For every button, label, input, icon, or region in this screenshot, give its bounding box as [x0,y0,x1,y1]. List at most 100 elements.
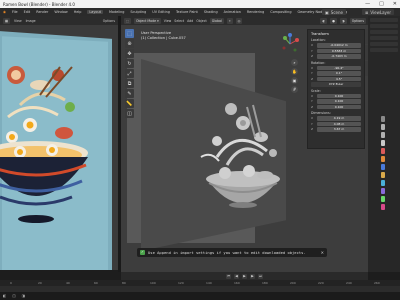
shading-solid-icon[interactable]: ● [330,17,337,24]
rotate-icon[interactable]: ↻ [125,59,134,68]
next-keyframe-icon[interactable]: ▶ [250,273,255,279]
scene-properties-icon[interactable] [381,140,385,146]
pan-hand-icon[interactable]: ✋ [291,68,298,75]
physics-properties-icon[interactable] [381,180,385,186]
sidebar-transform-panel: Transform Location: X -0.04012 m Y 0.5583 … [307,29,365,149]
jump-end-icon[interactable]: ⏭ [258,273,263,279]
frame-tick: 80 [122,281,126,285]
modifier-properties-icon[interactable] [381,164,385,170]
close-icon[interactable]: ✕ [393,1,397,7]
scale-z-field[interactable]: 0.100 [317,104,361,109]
view-layer-selector[interactable]: ≣ ViewLayer [362,9,395,15]
render-properties-icon[interactable] [381,124,385,130]
left-menu-view[interactable]: View [14,19,22,23]
transform-orientation-dropdown[interactable]: Global [209,17,224,24]
timeline[interactable]: 0 20 40 60 80 100 120 140 160 180 200 22… [0,280,400,292]
scale-x-field[interactable]: 0.100 [317,93,361,98]
outliner-row[interactable] [370,36,398,40]
left-menu-image[interactable]: Image [26,19,36,23]
scale-icon[interactable]: ⤢ [125,69,134,78]
3d-viewport[interactable]: User Perspective (1) Collection | Cube.0… [121,25,368,272]
measure-icon[interactable]: 📏 [125,99,134,108]
play-icon[interactable]: ▶ [242,273,247,279]
grid-icon[interactable]: # [291,86,298,93]
overlays-icon[interactable]: ◐ [320,17,328,24]
proportional-edit-icon[interactable]: ◎ [235,17,243,24]
tab-uv-editing[interactable]: UV Editing [152,10,170,14]
select-box-icon[interactable]: ⬚ [125,29,134,38]
material-properties-icon[interactable] [381,204,385,210]
maximize-icon[interactable]: □ [379,1,384,7]
tab-shading[interactable]: Shading [204,10,218,14]
menu-help[interactable]: Help [74,10,82,14]
add-cube-icon[interactable]: ◫ [125,109,134,118]
object-properties-icon[interactable] [381,156,385,162]
menu-edit[interactable]: Edit [24,10,31,14]
rotation-mode-dropdown[interactable]: XYZ Euler [311,82,361,87]
tab-rendering[interactable]: Rendering [247,10,264,14]
constraints-properties-icon[interactable] [381,188,385,194]
shading-material-icon[interactable]: ◑ [339,17,347,24]
tab-texture-paint[interactable]: Texture Paint [176,10,198,14]
left-options[interactable]: Options [103,19,115,23]
menu-file[interactable]: File [12,10,18,14]
tab-modeling[interactable]: Modeling [109,10,124,14]
viewport-menu-add[interactable]: Add [187,19,193,23]
move-icon[interactable]: ✥ [125,49,134,58]
location-y-field[interactable]: 0.5583 m [317,48,361,53]
transform-icon[interactable]: ⧉ [125,79,134,88]
scale-y-field[interactable]: 0.100 [317,99,361,104]
dimensions-label: Dimensions: [311,111,331,115]
editor-type-icon[interactable]: ▦ [3,17,11,24]
viewport-menu-view[interactable]: View [164,19,172,23]
dimension-x-field[interactable]: 4.19 m [317,116,361,121]
prev-keyframe-icon[interactable]: ◀ [234,273,239,279]
outliner-row[interactable] [370,42,398,46]
output-properties-icon[interactable] [381,132,385,138]
viewport-options[interactable]: Options [349,17,366,24]
transform-header[interactable]: Transform [311,32,361,36]
viewport-editor-type-icon[interactable]: ⬚ [124,17,132,24]
snap-icon[interactable]: ⌖ [226,17,233,24]
world-properties-icon[interactable] [381,148,385,154]
dimension-z-field[interactable]: 3.67 m [317,127,361,132]
blender-logo-icon[interactable]: ◉ [3,10,6,14]
viewport-menu-select[interactable]: Select [174,19,184,23]
location-x-field[interactable]: -0.04012 m [317,43,361,48]
rotation-x-field[interactable]: -90.4° [317,65,361,70]
frame-tick: 120 [178,281,184,285]
annotate-icon[interactable]: ✎ [125,89,134,98]
tab-sculpting[interactable]: Sculpting [130,10,146,14]
outliner-row[interactable] [370,30,398,34]
outliner-row[interactable] [370,48,398,52]
tool-properties-icon[interactable] [381,116,385,122]
dimension-y-field[interactable]: 4.08 m [317,121,361,126]
navigation-gizmo[interactable] [279,33,301,55]
zoom-icon[interactable]: ⌕ [291,59,298,66]
outliner-row[interactable] [370,24,398,28]
rotation-y-field[interactable]: 0.1° [317,71,361,76]
location-z-field[interactable]: -0.7403 m [317,54,361,59]
data-properties-icon[interactable] [381,196,385,202]
outliner-row[interactable] [370,18,398,22]
cursor-icon[interactable]: ⊕ [125,39,134,48]
particles-properties-icon[interactable] [381,172,385,178]
tab-animation[interactable]: Animation [224,10,241,14]
rotation-z-field[interactable]: 4.5° [317,76,361,81]
menu-window[interactable]: Window [54,10,67,14]
jump-start-icon[interactable]: ⏮ [226,273,231,279]
tool-shelf: ⬚ ⊕ ✥ ↻ ⤢ ⧉ ✎ 📏 ◫ [125,29,134,118]
reference-image-view[interactable] [0,25,118,270]
window-titlebar: Ramen Bowl (Blender) - Blender 4.0 — □ ✕ [0,0,400,8]
window-title: Ramen Bowl (Blender) - Blender 4.0 [3,1,75,7]
rotation-label: Rotation: [311,60,326,65]
viewport-menu-object[interactable]: Object [196,19,206,23]
object-mode-dropdown[interactable]: Object Mode ▾ [134,17,161,24]
minimize-icon[interactable]: — [365,1,370,7]
menu-render[interactable]: Render [36,10,48,14]
scene-selector[interactable]: ▣ Scene [322,9,346,15]
tab-compositing[interactable]: Compositing [270,10,291,14]
tab-layout[interactable]: Layout [87,10,103,14]
close-notice-icon[interactable]: ✕ [321,250,324,255]
camera-icon[interactable]: ▣ [291,77,298,84]
